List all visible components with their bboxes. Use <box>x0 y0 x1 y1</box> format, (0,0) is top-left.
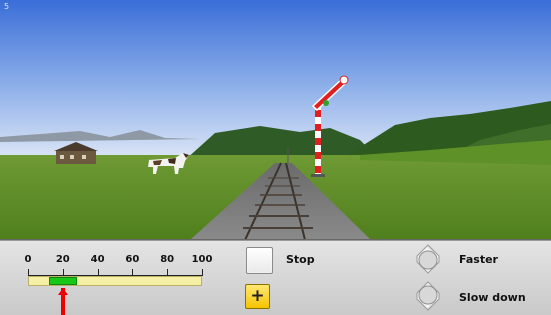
speed-tick-mark <box>62 269 64 276</box>
speed-tick-mark <box>97 269 99 276</box>
game-viewport: 5 <box>0 0 551 240</box>
faster-button[interactable] <box>413 244 443 274</box>
faster-label: Faster <box>459 253 498 266</box>
plus-button[interactable]: + <box>245 284 270 309</box>
speed-tick-mark <box>132 269 134 276</box>
control-panel: 0 20 40 60 80 100 Stop + Faster Slow down <box>0 240 551 315</box>
speed-tick-label: 80 <box>160 254 175 265</box>
speed-tick-mark <box>28 269 29 276</box>
speed-tick-label: 20 <box>55 254 70 265</box>
speed-tick-mark <box>202 269 203 276</box>
slow-down-label: Slow down <box>459 291 526 304</box>
speed-pointer <box>57 288 68 315</box>
frame-number: 5 <box>4 2 10 11</box>
slow-down-button[interactable] <box>413 281 443 311</box>
chevron-down-circle-icon <box>416 281 440 311</box>
scene <box>0 0 551 239</box>
speed-target-range <box>48 277 77 285</box>
stop-label: Stop <box>286 253 315 266</box>
speed-tick-label: 100 <box>191 254 213 265</box>
speed-tick-label: 60 <box>125 254 140 265</box>
stop-button[interactable] <box>246 247 273 274</box>
speed-tick-label: 0 <box>24 254 32 265</box>
chevron-up-circle-icon <box>416 244 440 274</box>
speed-tick-label: 40 <box>90 254 105 265</box>
speed-bar <box>28 276 202 286</box>
speed-tick-mark <box>167 269 169 276</box>
